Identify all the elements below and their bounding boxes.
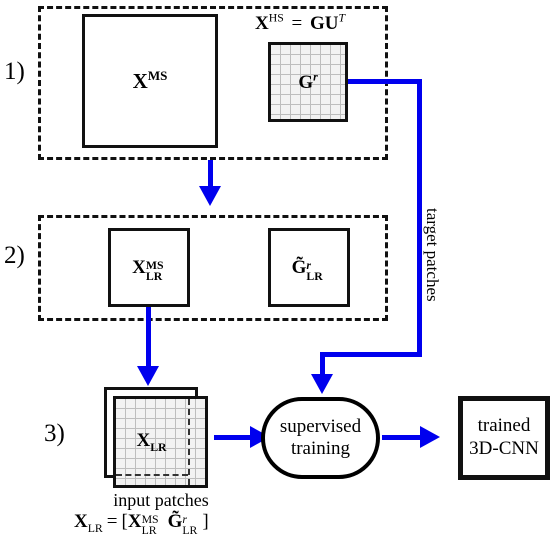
trained-3dcnn-box: trained 3D-CNN xyxy=(458,396,550,480)
target-route-segment-bottom xyxy=(320,352,422,357)
arrow-stage2-to-patches-shaft xyxy=(146,307,151,369)
patch-divider-vertical xyxy=(188,399,190,485)
training-line-1: supervised xyxy=(279,415,362,437)
target-patches-label: target patches xyxy=(423,208,442,302)
step-label-2: 2) xyxy=(4,242,25,269)
diagram-canvas: 1) 2) 3) XMS XHS = GUT Gr X MS LR G̃ r LR xyxy=(0,0,556,536)
training-line-2: training xyxy=(290,438,351,459)
x-lr-label: XLR xyxy=(136,429,167,454)
output-line-1: trained xyxy=(477,415,531,437)
input-patches-caption: input patches xyxy=(113,490,209,510)
x-ms-box: XMS xyxy=(82,14,218,148)
arrow-stage1-to-stage2-head xyxy=(199,186,221,206)
x-ms-label: XMS xyxy=(132,67,168,93)
step-label-1: 1) xyxy=(4,58,25,85)
x-lr-ms-box: X MS LR xyxy=(108,228,190,307)
g-r-label: Gr xyxy=(298,70,318,93)
x-lr-ms-label: X MS LR xyxy=(132,257,164,283)
target-route-arrow-head xyxy=(311,374,333,394)
patch-divider-horizontal xyxy=(116,474,188,476)
g-lr-r-label: G̃ r LR xyxy=(291,257,323,283)
supervised-training-node: supervised training xyxy=(261,397,380,479)
arrow-training-to-output-shaft xyxy=(382,435,424,440)
g-r-box: Gr xyxy=(268,42,348,122)
arrow-training-to-output-head xyxy=(420,426,440,448)
g-lr-r-box: G̃ r LR xyxy=(268,228,350,307)
arrow-stage2-to-patches-head xyxy=(137,366,159,386)
step-label-3: 3) xyxy=(44,420,65,447)
target-route-segment-top xyxy=(348,79,422,84)
output-line-2: 3D-CNN xyxy=(469,438,539,459)
hs-equation: XHS = GUT xyxy=(255,11,346,34)
patch-formula: XLR = [X MS LR G̃ r LR] xyxy=(74,511,209,537)
arrow-patches-to-training-shaft xyxy=(214,435,254,440)
